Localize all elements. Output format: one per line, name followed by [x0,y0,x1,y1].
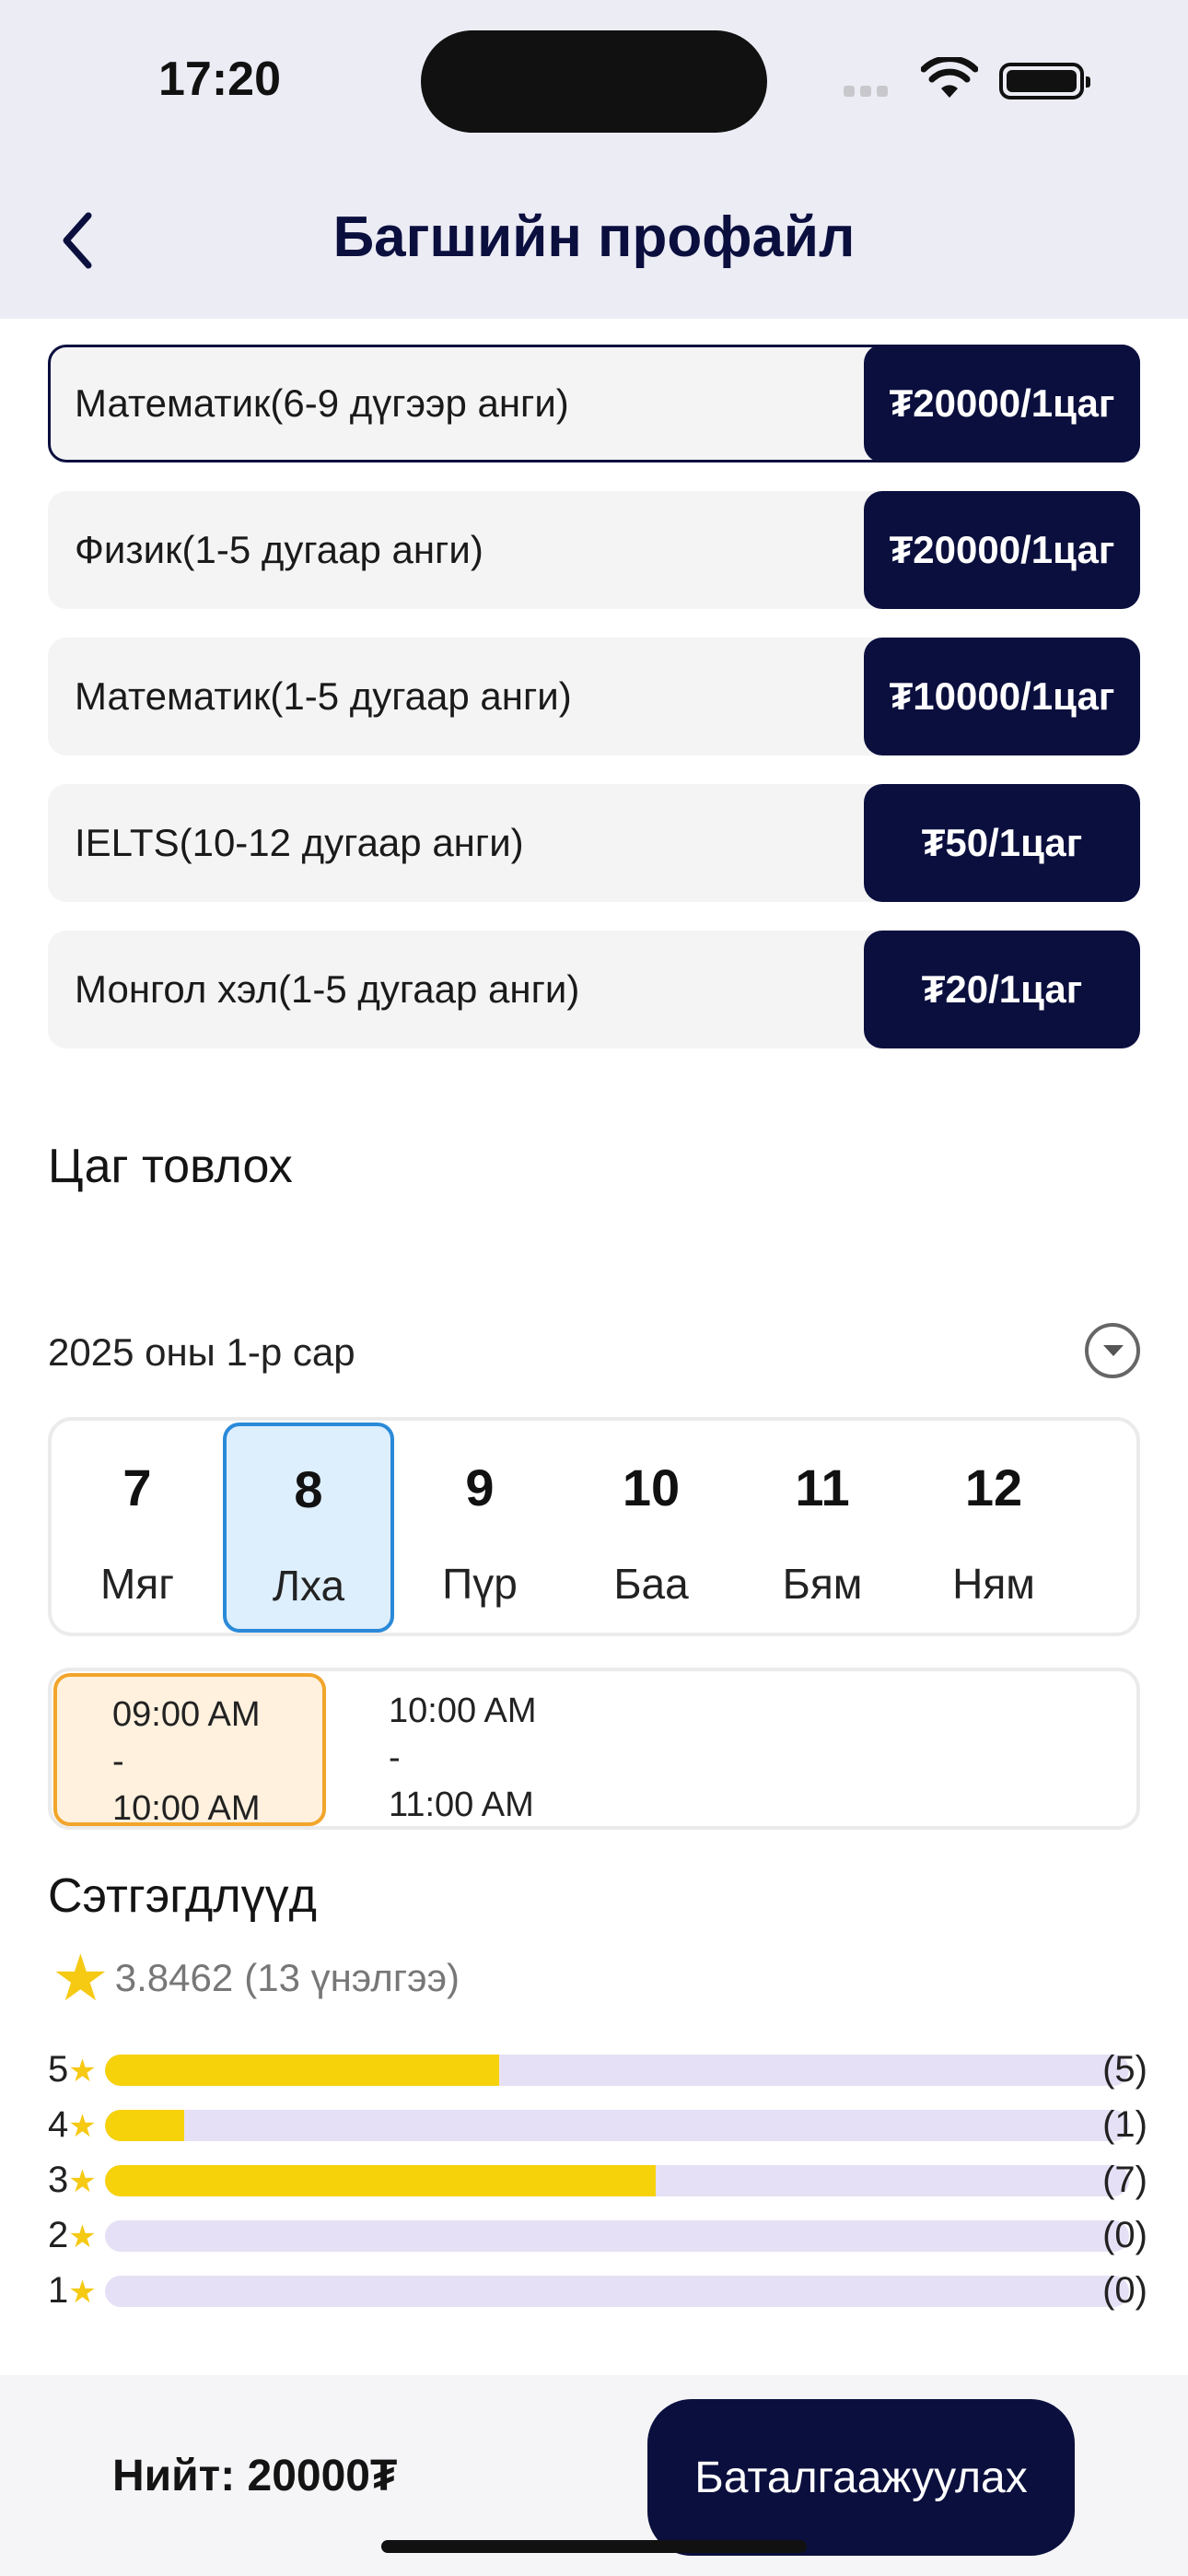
confirm-button[interactable]: Баталгаажуулах [647,2399,1075,2556]
rating-bar-track [105,2055,1129,2086]
rating-bar-fill [105,2110,184,2141]
time-slot-list: 09:00 AM - 10:00 AM 10:00 AM - 11:00 AM [48,1668,1140,1830]
rating-summary: ★ 3.8462 (13 үнэлгээ) [52,1946,460,2010]
slot-start: 09:00 AM [112,1695,261,1734]
rating-bar-row: 3★ (7) [48,2156,1147,2211]
day-item[interactable]: Д [1079,1421,1136,1633]
rating-bar-row: 5★ (5) [48,2045,1147,2101]
rating-bar-label: 2★ [48,2215,97,2256]
rating-bar-track [105,2220,1129,2252]
star-icon: ★ [68,2275,97,2310]
rating-bar-label: 4★ [48,2104,97,2146]
subject-item[interactable]: Математик(1-5 дугаар анги) ₮10000/1цаг [48,638,1140,755]
rating-bar-stars: 4 [48,2104,69,2145]
day-number: 12 [964,1458,1023,1516]
subject-price: ₮50/1цаг [864,784,1140,902]
day-item[interactable]: 7 Мяг [52,1421,223,1633]
day-item[interactable]: 9 Пүр [394,1421,565,1633]
day-weekday: Бям [782,1560,863,1608]
subject-item[interactable]: Монгол хэл(1-5 дугаар анги) ₮20/1цаг [48,931,1140,1048]
rating-bar-count: (0) [1102,2270,1147,2311]
slot-end: 11:00 AM [389,1786,534,1824]
reviews-title: Сэтгэгдлүүд [48,1869,317,1923]
rating-average: 3.8462 [114,1956,234,1999]
day-weekday: Мяг [99,1560,174,1608]
rating-bar-count: (7) [1102,2160,1147,2200]
month-label: 2025 оны 1-р сар [48,1330,355,1374]
rating-bar-track [105,2165,1129,2196]
star-icon: ★ [52,1942,110,2014]
rating-bar-row: 1★ (0) [48,2266,1147,2322]
subject-price: ₮10000/1цаг [864,638,1140,755]
slot-end: 10:00 AM [112,1789,261,1828]
day-picker: 7 Мяг 8 Лха 9 Пүр 10 Баа 11 Бям 12 Ням Д [48,1417,1140,1636]
battery-icon [999,63,1090,100]
rating-bar-row: 2★ (0) [48,2211,1147,2266]
subject-price: ₮20/1цаг [864,931,1140,1048]
subject-price: ₮20000/1цаг [864,345,1140,463]
rating-bar-label: 1★ [48,2270,97,2312]
slot-start: 10:00 AM [389,1692,537,1730]
rating-bar-stars: 3 [48,2160,69,2200]
subject-item[interactable]: Физик(1-5 дугаар анги) ₮20000/1цаг [48,491,1140,609]
day-number: 8 [294,1460,323,1518]
rating-bar-label: 5★ [48,2049,97,2090]
day-number: 11 [795,1458,850,1516]
day-item[interactable]: 12 Ням [908,1421,1079,1633]
chevron-down-icon[interactable] [1085,1323,1140,1378]
total-price: Нийт: 20000₮ [112,2452,398,2500]
wifi-icon [921,57,978,98]
dynamic-island [421,30,767,133]
rating-bar-fill [105,2055,500,2086]
month-selector: 2025 оны 1-р сар [48,1323,1140,1382]
star-icon: ★ [68,2054,97,2089]
star-icon: ★ [68,2109,97,2144]
day-item-selected[interactable]: 8 Лха [223,1423,394,1633]
time-slot-selected[interactable]: 09:00 AM - 10:00 AM [53,1673,326,1828]
day-item[interactable]: 11 Бям [737,1421,908,1633]
day-weekday: Баа [613,1560,689,1608]
day-weekday: Пүр [442,1560,518,1608]
star-icon: ★ [68,2219,97,2254]
subject-price: ₮20000/1цаг [864,491,1140,609]
rating-bar-stars: 1 [48,2270,69,2311]
slot-separator: - [389,1739,401,1777]
rating-bar-stars: 2 [48,2215,69,2255]
time-slot[interactable]: 10:00 AM - 11:00 AM [330,1673,602,1826]
rating-bar-row: 4★ (1) [48,2101,1147,2156]
star-icon: ★ [68,2164,97,2199]
rating-bar-count: (0) [1102,2215,1147,2255]
subject-list: Математик(6-9 дүгээр анги) ₮20000/1цаг Ф… [48,345,1140,1077]
page-title: Багшийн профайл [332,205,856,269]
rating-bar-track [105,2276,1129,2307]
rating-bar-count: (5) [1102,2049,1147,2090]
rating-bar-label: 3★ [48,2160,97,2201]
day-weekday: Д [1079,1559,1136,1609]
schedule-title: Цаг товлох [48,1140,293,1193]
day-number: 9 [465,1458,495,1516]
rating-breakdown: 5★ (5) 4★ (1) 3★ (7) 2★ (0) 1★ (0) [48,2045,1147,2322]
home-indicator [381,2540,807,2553]
rating-bar-stars: 5 [48,2049,69,2090]
rating-count: (13 үнэлгээ) [244,1956,460,1999]
day-number: 7 [122,1458,152,1516]
subject-item[interactable]: IELTS(10-12 дугаар анги) ₮50/1цаг [48,784,1140,902]
subject-item[interactable]: Математик(6-9 дүгээр анги) ₮20000/1цаг [48,345,1140,463]
rating-bar-track [105,2110,1129,2141]
slot-separator: - [112,1742,124,1781]
day-item[interactable]: 10 Баа [565,1421,737,1633]
day-weekday: Ням [952,1560,1035,1608]
cellular-signal-icon [844,85,908,100]
rating-bar-fill [105,2165,657,2196]
rating-bar-count: (1) [1102,2104,1147,2145]
day-weekday: Лха [272,1562,345,1610]
status-time: 17:20 [158,53,281,106]
day-number: 10 [622,1458,681,1516]
